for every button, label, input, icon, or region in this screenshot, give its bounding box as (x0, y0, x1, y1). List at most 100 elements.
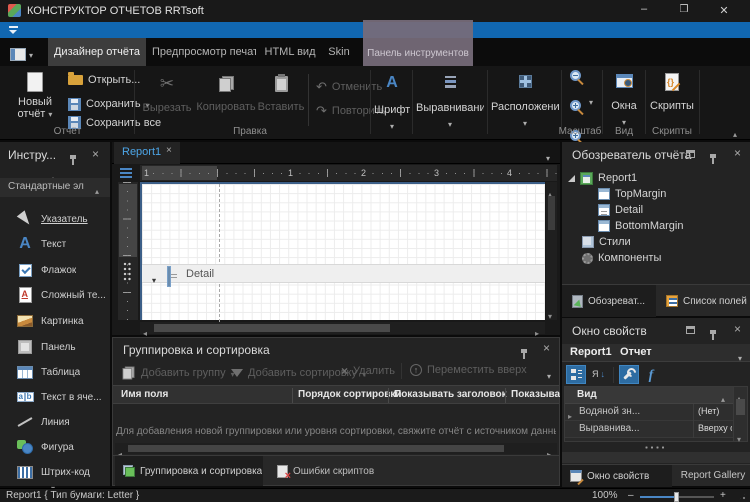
add-group-button[interactable]: Добавить группу (121, 364, 235, 382)
arrange-button[interactable]: Расположение (491, 72, 559, 132)
new-report-button[interactable]: Новый отчёт (10, 70, 60, 134)
property-value[interactable]: Вверху слева (698, 423, 732, 433)
close-icon[interactable]: × (92, 149, 99, 159)
close-icon[interactable]: × (166, 146, 172, 156)
scrollbar-thumb[interactable] (548, 196, 555, 230)
tab-report-gallery[interactable]: Report Gallery (676, 465, 750, 487)
chevron-down-icon[interactable] (738, 348, 742, 366)
tree-node-styles[interactable]: Стили (582, 234, 631, 250)
tab-skin[interactable]: Skin (324, 38, 354, 66)
pin-icon[interactable] (72, 159, 74, 165)
grouping-scrollbar[interactable] (115, 443, 557, 454)
windows-button[interactable]: Окна (606, 72, 642, 132)
qat-customize-icon[interactable] (9, 26, 18, 35)
band-menu-icon[interactable] (120, 168, 132, 178)
maximize-button[interactable]: ❒ (670, 4, 698, 15)
document-tab[interactable]: Report1 × (114, 142, 180, 164)
category-row[interactable]: Вид (565, 387, 733, 404)
chevron-down-icon[interactable] (589, 92, 593, 110)
align-button[interactable]: Выравнивание (416, 72, 484, 132)
tab-html-view[interactable]: HTML вид (262, 38, 318, 66)
tab-properties[interactable]: Окно свойств (562, 465, 672, 487)
pin-icon[interactable] (712, 158, 714, 164)
toolbox-item-line[interactable]: Линия (14, 411, 70, 433)
vertical-scrollbar[interactable] (546, 182, 557, 320)
close-icon[interactable]: × (734, 324, 741, 334)
object-selector[interactable]: Report1 Отчет (562, 344, 750, 362)
tree-node-topmargin[interactable]: TopMargin (598, 186, 666, 202)
scroll-down-arrow[interactable] (737, 429, 741, 447)
horizontal-scrollbar[interactable] (140, 322, 545, 334)
tree-node-detail[interactable]: Detail (598, 202, 643, 218)
detail-band-header[interactable]: Detail (142, 264, 545, 283)
properties-mode-button[interactable] (619, 365, 639, 384)
property-value[interactable]: (Нет) (698, 406, 732, 416)
toolbar-overlay[interactable]: Панель инструментов (363, 20, 473, 66)
property-row[interactable]: Водяной зн... (Нет) (565, 404, 733, 421)
drag-grip-icon[interactable] (123, 262, 132, 281)
toolbar-overflow-icon[interactable] (547, 366, 551, 384)
expander-icon[interactable] (568, 175, 575, 182)
toolbox-item-panel[interactable]: Панель (14, 336, 76, 358)
zoom-in-button[interactable]: + (720, 490, 726, 501)
open-button[interactable]: Открыть... (68, 74, 140, 86)
close-button[interactable]: ✕ (710, 4, 738, 17)
cut-button[interactable]: Вырезать (142, 70, 192, 128)
column-header[interactable]: Порядок сортировки (298, 389, 402, 400)
column-header[interactable]: Показыва (511, 389, 560, 400)
toolbox-item-table[interactable]: Таблица (14, 361, 80, 383)
close-icon[interactable]: × (543, 343, 550, 353)
scrollbar-thumb[interactable] (736, 399, 745, 415)
tree-node-bottommargin[interactable]: BottomMargin (598, 218, 683, 234)
toolbox-item-text[interactable]: Текст (14, 233, 66, 255)
property-row[interactable]: Выравнива... Вверху слева (565, 421, 733, 438)
toolbox-item-celltext[interactable]: Текст в яче... (14, 386, 102, 408)
close-icon[interactable]: × (734, 148, 741, 158)
scrollbar-thumb[interactable] (154, 324, 390, 332)
copy-button[interactable]: Копировать (196, 70, 256, 128)
minimize-button[interactable]: – (630, 3, 658, 15)
column-header[interactable]: Имя поля (121, 389, 168, 400)
zoom-level-button[interactable] (570, 100, 581, 111)
tab-print-preview[interactable]: Предпросмотр печати (152, 38, 256, 66)
categorized-view-button[interactable] (566, 365, 586, 384)
column-header[interactable]: Показывать заголовок (394, 389, 507, 400)
toolbox-item-checkbox[interactable]: Флажок (14, 259, 76, 281)
scrollbar-thumb[interactable] (128, 445, 504, 452)
tab-grouping[interactable]: Группировка и сортировка (115, 456, 263, 486)
app-menu-button[interactable] (10, 45, 33, 63)
alphabetical-sort-button[interactable] (588, 365, 608, 384)
toolbox-item-picture[interactable]: Картинка (14, 310, 84, 332)
save-button[interactable]: Сохранить (68, 95, 150, 113)
pin-icon[interactable] (523, 353, 525, 359)
splitter-handle[interactable] (645, 446, 667, 449)
pin-icon[interactable] (712, 334, 714, 340)
resize-grip-icon[interactable] (738, 492, 747, 501)
scroll-down-arrow[interactable] (548, 306, 552, 324)
events-mode-button[interactable] (641, 365, 661, 384)
zoom-slider-thumb[interactable] (674, 492, 679, 502)
tree-node-report[interactable]: Report1 (568, 170, 637, 186)
toolbox-group-header[interactable]: Стандартные эл (0, 178, 110, 197)
tab-designer[interactable]: Дизайнер отчёта (48, 38, 146, 66)
toolbox-item-shape[interactable]: Фигура (14, 436, 74, 458)
tree-node-components[interactable]: Компоненты (582, 250, 661, 266)
tab-list-dropdown-icon[interactable] (546, 148, 550, 166)
ribbon-collapse-button[interactable] (733, 124, 737, 142)
tab-script-errors[interactable]: Ошибки скриптов (269, 456, 379, 486)
tab-report-explorer[interactable]: Обозреват... (562, 285, 656, 317)
design-page[interactable]: Detail (140, 182, 545, 320)
move-up-button[interactable]: ↑ Переместить вверх (410, 364, 527, 376)
delete-button[interactable]: × Удалить (341, 364, 395, 378)
toolbox-item-richtext[interactable]: Сложный те... (14, 284, 106, 306)
font-button[interactable]: Шрифт (374, 72, 410, 132)
zoom-out-button[interactable]: – (628, 490, 634, 501)
paste-button[interactable]: Вставить (256, 70, 306, 128)
undo-button[interactable]: Отменить (316, 78, 382, 96)
toolbox-item-pointer[interactable]: Указатель (14, 208, 88, 230)
float-window-icon[interactable] (686, 326, 695, 334)
grid-scrollbar[interactable] (733, 387, 747, 441)
zoom-out-button[interactable] (570, 70, 581, 81)
float-window-icon[interactable] (686, 150, 695, 158)
tab-field-list[interactable]: Список полей (660, 285, 750, 317)
